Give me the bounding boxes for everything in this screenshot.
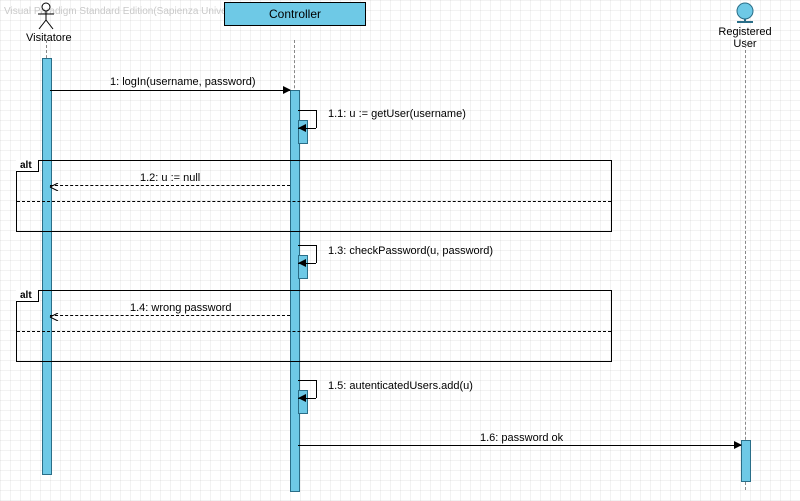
actor-visitor: Visitatore: [26, 2, 66, 44]
message-password-ok: [298, 445, 741, 446]
arrow-right-icon: [734, 441, 742, 449]
arrow-right-icon: [283, 86, 291, 94]
fragment-alt-2: alt: [16, 290, 612, 362]
message-u-null-label: 1.2: u := null: [140, 172, 200, 184]
arrow-open-left-icon: [49, 313, 59, 321]
message-u-null: [50, 185, 290, 186]
arrow-left-icon: [298, 259, 306, 267]
fragment-separator: [17, 331, 611, 332]
message-wrong-password-label: 1.4: wrong password: [130, 302, 232, 314]
message-login-label: 1: logIn(username, password): [110, 76, 256, 88]
fragment-alt-1: alt: [16, 160, 612, 232]
message-login: [50, 90, 290, 91]
arrow-open-left-icon: [49, 183, 59, 191]
lifeline-head-controller: Controller: [224, 2, 366, 26]
arrow-left-icon: [298, 394, 306, 402]
stick-figure-icon: [36, 2, 56, 30]
controller-label: Controller: [269, 7, 321, 21]
arrow-left-icon: [298, 124, 306, 132]
message-addauth-label: 1.5: autenticatedUsers.add(u): [328, 380, 473, 392]
message-password-ok-label: 1.6: password ok: [480, 432, 563, 444]
message-checkpassword-label: 1.3: checkPassword(u, password): [328, 245, 493, 257]
fragment-alt-2-operator: alt: [16, 290, 39, 302]
activation-visitor: [42, 58, 52, 475]
activation-registered: [741, 440, 751, 482]
lifeline-registered: [745, 40, 746, 490]
entity-circle-icon: [734, 2, 756, 24]
sequence-diagram: { "watermark": "Visual Paradigm Standard…: [0, 0, 800, 501]
fragment-separator: [17, 201, 611, 202]
message-getuser-label: 1.1: u := getUser(username): [328, 108, 466, 120]
fragment-alt-1-operator: alt: [16, 160, 39, 172]
message-wrong-password: [50, 315, 290, 316]
